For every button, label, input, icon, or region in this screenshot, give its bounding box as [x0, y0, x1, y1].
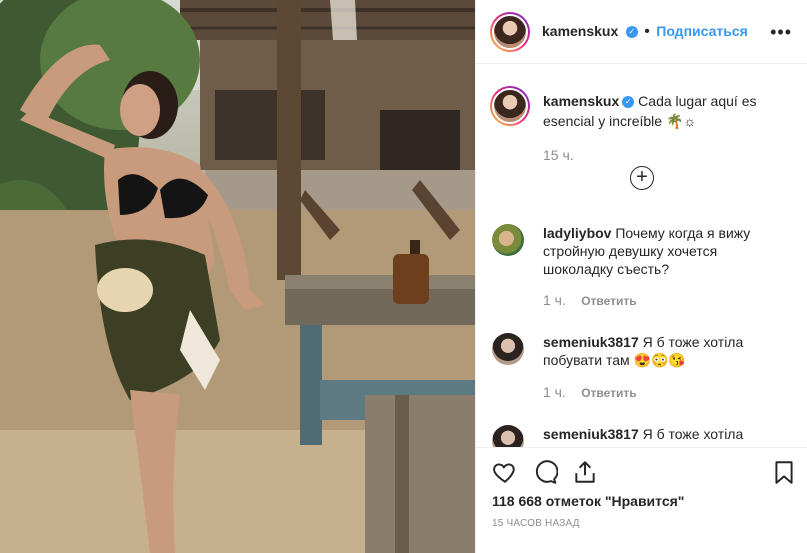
- bookmark-icon[interactable]: [771, 459, 797, 485]
- post-side-panel: kamenskux ✓ • Подписаться ••• kamenskux ✓…: [475, 0, 807, 553]
- plus-circle-icon[interactable]: +: [630, 166, 654, 190]
- post-header: kamenskux ✓ • Подписаться •••: [476, 0, 807, 64]
- reply-button[interactable]: Ответить: [581, 294, 636, 308]
- caption-body: kamenskux ✓ Cada lugar aquí es esencial y…: [543, 91, 783, 165]
- comment-body: semeniuk3817 Я б тоже хотіла побувати та…: [543, 333, 773, 369]
- post-photo-illustration: [0, 0, 475, 553]
- reply-button[interactable]: Ответить: [581, 386, 636, 400]
- caption-avatar[interactable]: [490, 86, 530, 126]
- post-footer: 118 668 отметок "Нравится" 15 ЧАСОВ НАЗА…: [476, 447, 807, 553]
- comment-username[interactable]: semeniuk3817: [543, 426, 639, 442]
- comment-avatar[interactable]: [492, 333, 524, 365]
- author-avatar[interactable]: [490, 12, 530, 52]
- caption-time: 15 ч.: [543, 147, 574, 163]
- likes-count[interactable]: 118 668 отметок "Нравится": [492, 493, 684, 509]
- comment-time: 1 ч.: [543, 384, 566, 400]
- post-photo[interactable]: [0, 0, 475, 553]
- caption-username[interactable]: kamenskux: [543, 93, 619, 109]
- heart-icon[interactable]: [492, 459, 518, 485]
- author-username[interactable]: kamenskux: [542, 23, 618, 39]
- comment-time: 1 ч.: [543, 292, 566, 308]
- comment-username[interactable]: semeniuk3817: [543, 334, 639, 350]
- share-icon[interactable]: [572, 459, 598, 485]
- post-timestamp[interactable]: 15 ЧАСОВ НАЗАД: [492, 518, 580, 529]
- author-line: kamenskux ✓ • Подписаться: [542, 23, 748, 41]
- verified-icon: ✓: [625, 25, 638, 38]
- follow-button[interactable]: Подписаться: [656, 23, 748, 39]
- comment-meta: 1 ч. Ответить: [543, 384, 637, 400]
- comment-body: ladyliybov Почему когда я вижу стройную …: [543, 224, 773, 278]
- comment-meta: 1 ч. Ответить: [543, 292, 637, 308]
- comment-avatar[interactable]: [492, 224, 524, 256]
- comment-username[interactable]: ladyliybov: [543, 225, 611, 241]
- separator-dot: •: [644, 23, 650, 40]
- verified-icon: ✓: [622, 96, 635, 109]
- comment-body: semeniuk3817 Я б тоже хотіла: [543, 425, 773, 443]
- comment-icon[interactable]: [532, 459, 558, 485]
- comment-text: Я б тоже хотіла: [642, 426, 744, 442]
- more-icon[interactable]: •••: [770, 22, 792, 43]
